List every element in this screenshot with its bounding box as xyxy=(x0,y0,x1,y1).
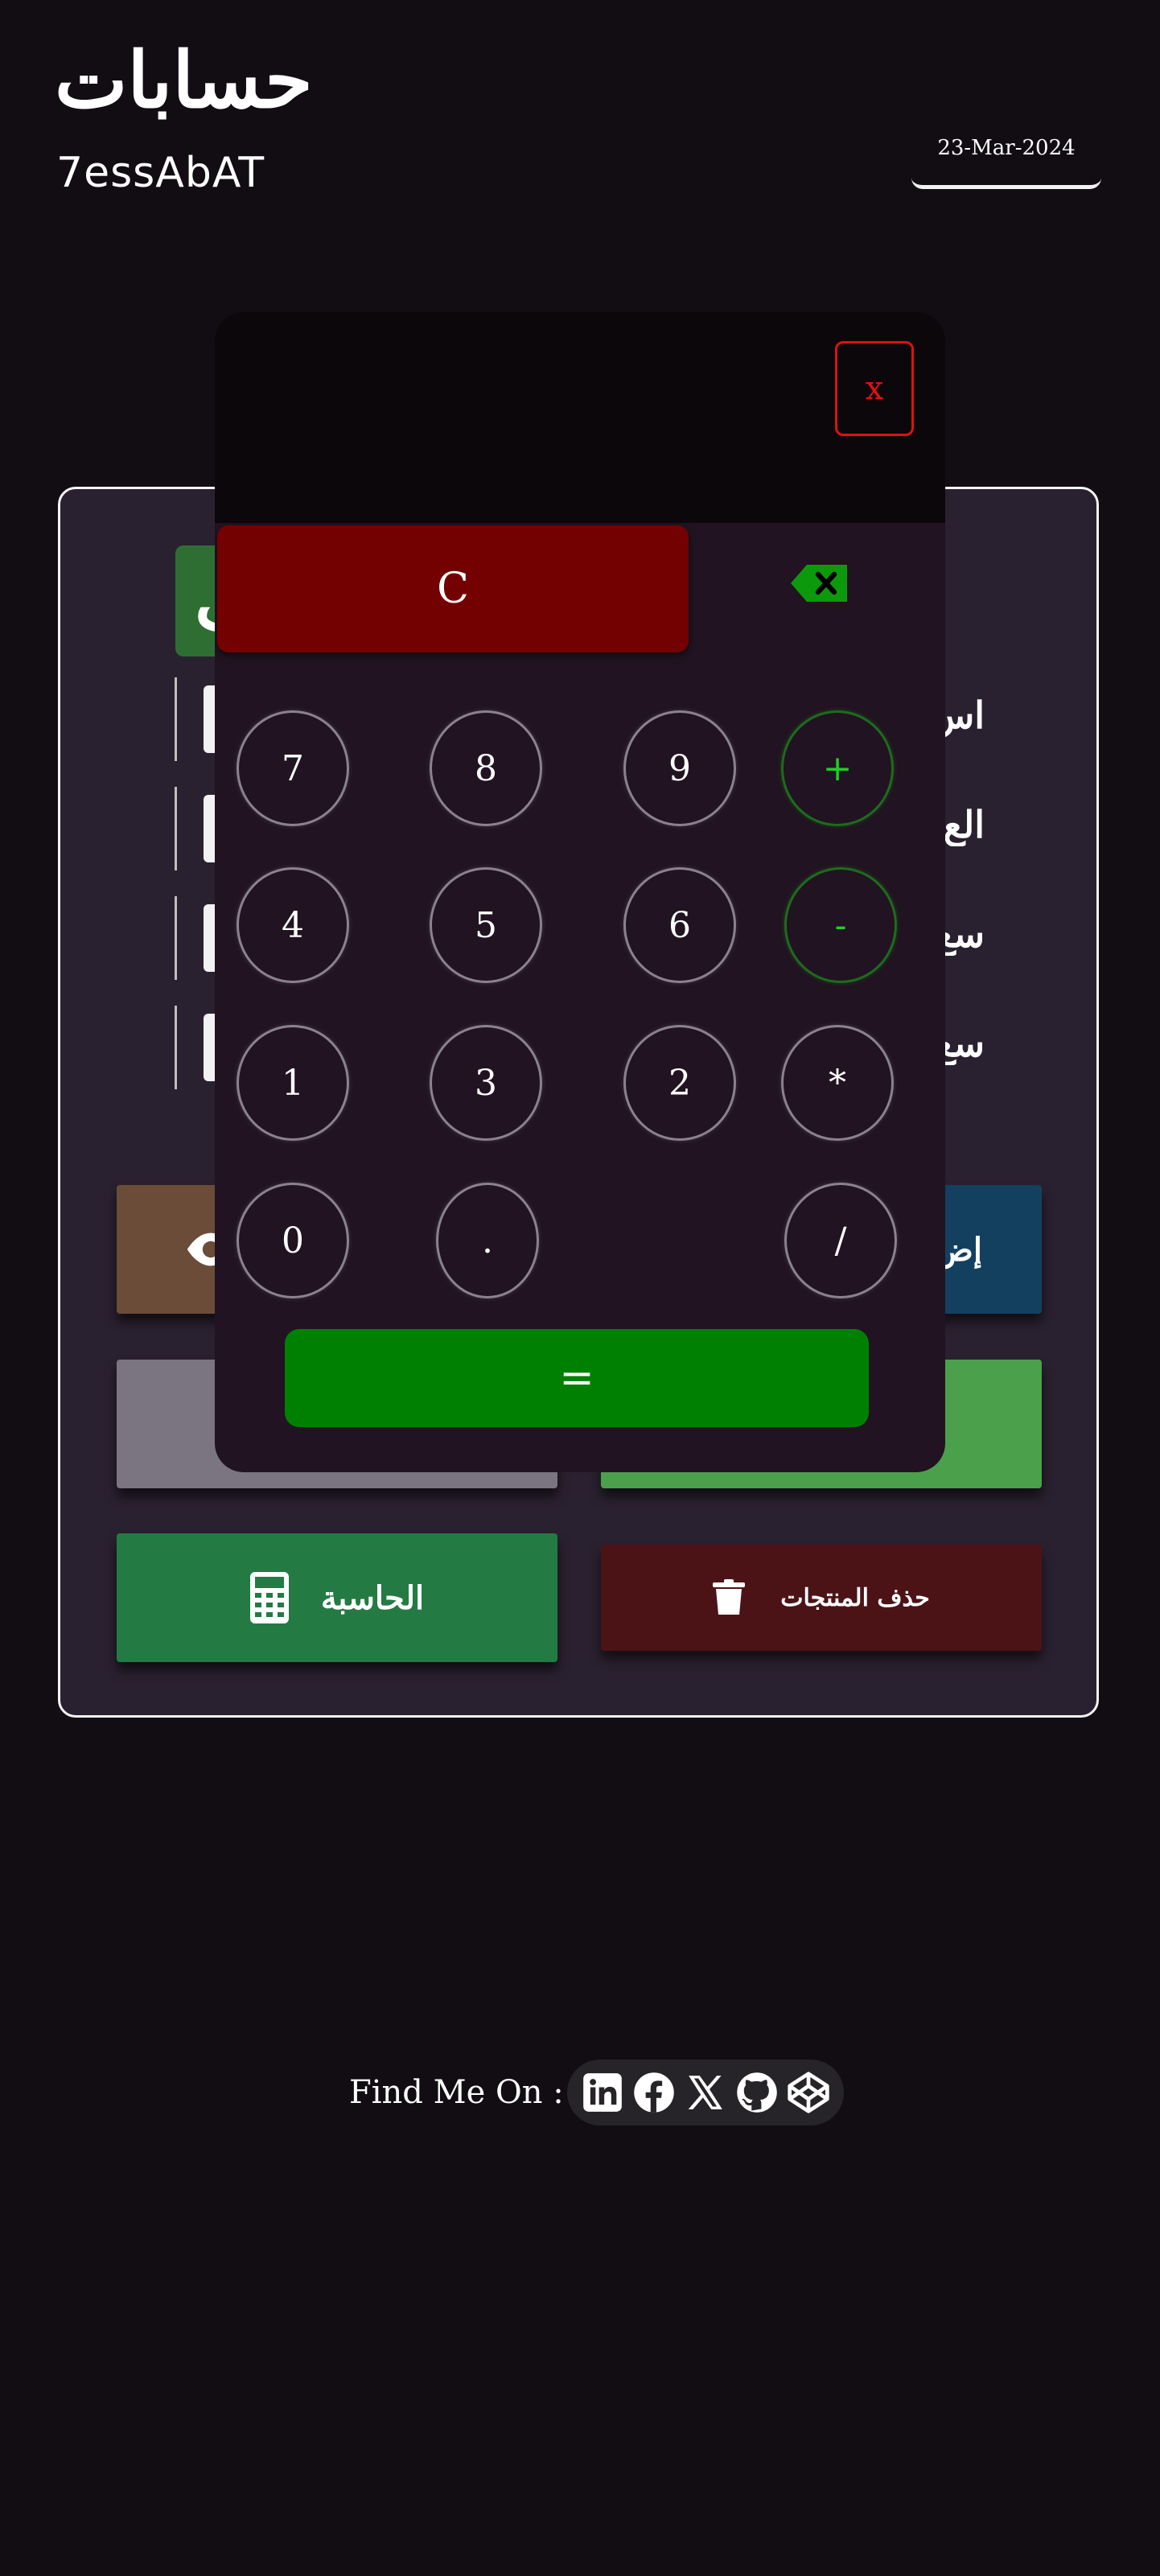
key-0[interactable]: 0 xyxy=(237,1183,349,1298)
date-badge: 23-Mar-2024 xyxy=(911,111,1101,189)
price2-input[interactable] xyxy=(204,1014,215,1081)
linkedin-icon[interactable] xyxy=(580,2070,625,2115)
backspace-icon[interactable] xyxy=(791,565,847,602)
key-6[interactable]: 6 xyxy=(623,867,736,983)
quantity-input[interactable] xyxy=(204,795,215,862)
calculator-button-label: الحاسبة xyxy=(320,1578,425,1617)
key-decimal[interactable]: . xyxy=(436,1183,539,1298)
field-divider xyxy=(175,677,177,761)
key-minus[interactable]: - xyxy=(784,867,897,983)
codepen-icon[interactable] xyxy=(786,2070,831,2115)
calculator-button[interactable]: الحاسبة xyxy=(117,1533,557,1662)
key-multiply[interactable]: * xyxy=(781,1025,894,1141)
trash-icon xyxy=(713,1579,746,1615)
key-1[interactable]: 1 xyxy=(237,1025,349,1141)
key-4[interactable]: 4 xyxy=(237,867,349,983)
name-input[interactable] xyxy=(204,685,215,753)
delete-products-button[interactable]: حذف المنتجات xyxy=(601,1545,1042,1651)
key-2[interactable]: 2 xyxy=(623,1025,736,1141)
key-8[interactable]: 8 xyxy=(430,710,542,826)
footer: Find Me On : xyxy=(349,2060,844,2125)
calculator-modal: x C 7 8 9 + 4 5 6 - 1 3 2 * 0 . / = xyxy=(215,312,945,1472)
logo-arabic: حسابات xyxy=(55,35,313,126)
key-divide[interactable]: / xyxy=(784,1183,897,1298)
key-plus[interactable]: + xyxy=(781,710,894,826)
key-3[interactable]: 3 xyxy=(430,1025,542,1141)
field-divider xyxy=(175,1006,177,1089)
key-5[interactable]: 5 xyxy=(430,867,542,983)
field-divider xyxy=(175,896,177,980)
clear-button[interactable]: C xyxy=(217,525,689,652)
footer-label: Find Me On : xyxy=(349,2074,564,2111)
github-icon[interactable] xyxy=(734,2070,780,2115)
delete-products-label: حذف المنتجات xyxy=(780,1583,930,1612)
field-divider xyxy=(175,787,177,870)
logo-latin: 7essAbAT xyxy=(56,149,265,197)
key-9[interactable]: 9 xyxy=(623,710,736,826)
price-input[interactable] xyxy=(204,904,215,972)
calculator-icon xyxy=(249,1572,289,1623)
close-button[interactable]: x xyxy=(835,341,914,436)
equals-button[interactable]: = xyxy=(285,1329,869,1427)
x-twitter-icon[interactable] xyxy=(683,2070,728,2115)
key-7[interactable]: 7 xyxy=(237,710,349,826)
date-text: 23-Mar-2024 xyxy=(937,136,1076,160)
social-links xyxy=(566,2060,844,2125)
facebook-icon[interactable] xyxy=(631,2070,677,2115)
